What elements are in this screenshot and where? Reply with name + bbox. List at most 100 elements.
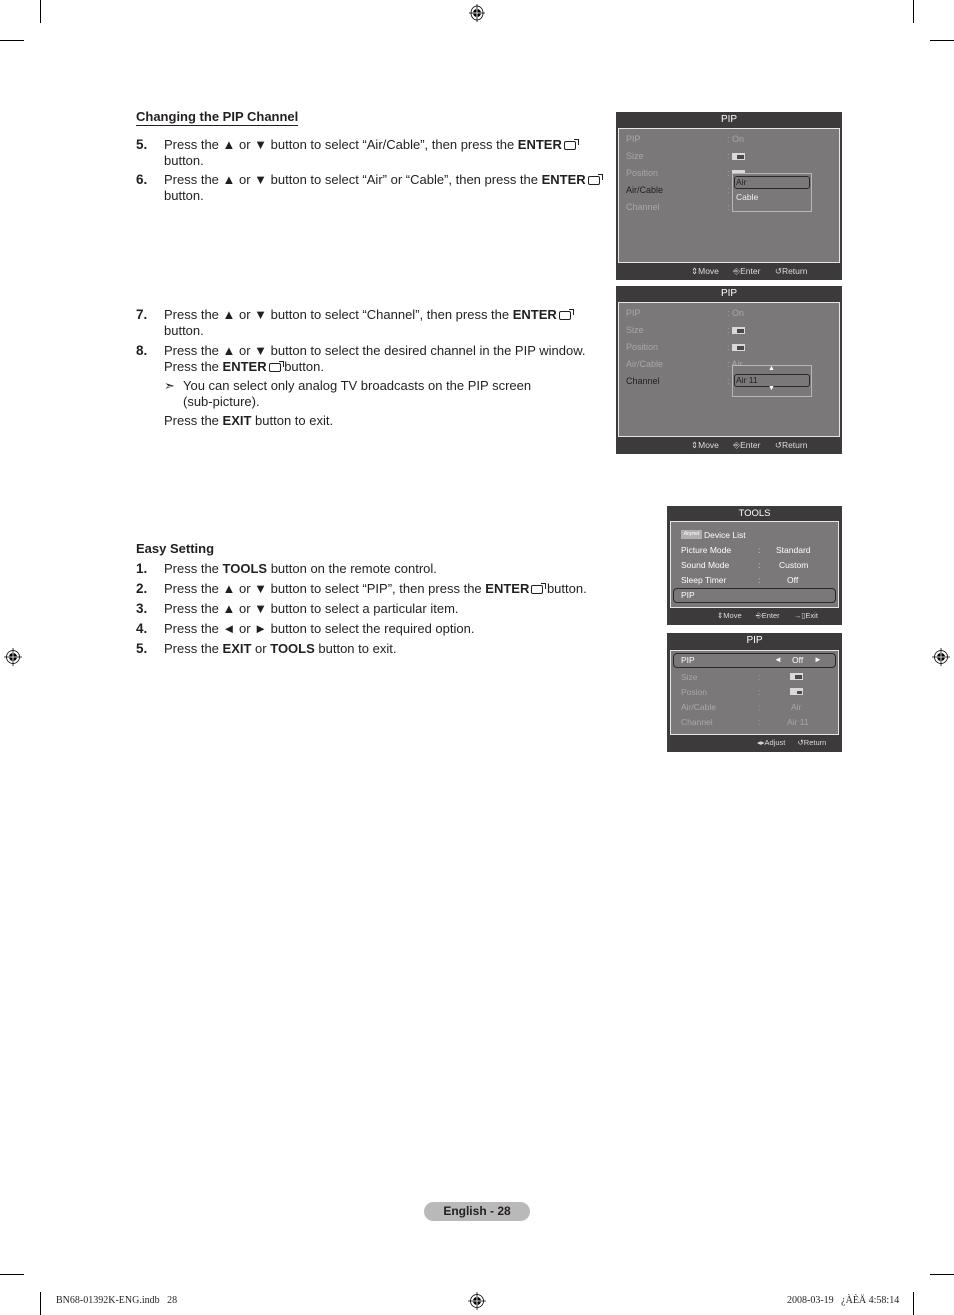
menu-item-air-cable[interactable]: Air/Cable [626, 359, 663, 369]
registration-mark-icon [932, 648, 950, 666]
arrow-left-icon[interactable]: ◄ [774, 655, 782, 664]
menu-value: : On [727, 134, 745, 144]
size-icon [790, 673, 803, 680]
menu-value: Air [791, 702, 802, 712]
menu-item-label: PIP [681, 655, 695, 665]
slug-filename: BN68-01392K-ENG.indb 28 [56, 1295, 178, 1306]
air-cable-popup: Air Cable [732, 173, 812, 212]
osd-body: PIP : On Size : Position : Air/Cable : A… [618, 302, 840, 437]
position-icon [790, 688, 803, 695]
step-number: 5. [136, 641, 148, 656]
menu-value: Air 11 [787, 717, 809, 727]
option-cable[interactable]: Cable [736, 192, 758, 202]
exit-icon: →▯ [793, 611, 806, 620]
osd-title: TOOLS [738, 508, 771, 519]
step-text: Press the ▲ or ▼ button to select the de… [164, 343, 586, 374]
crop-mark [40, 0, 41, 23]
menu-sep: : [758, 545, 761, 555]
menu-item-device-list[interactable]: Device List [704, 530, 746, 540]
adjust-icon: ◂▸ [757, 738, 765, 747]
registration-mark-icon [4, 648, 22, 666]
step-number: 4. [136, 621, 148, 636]
size-icon [732, 153, 746, 160]
menu-sep: : [758, 575, 761, 585]
step-text: Press the ▲ or ▼ button to select “Air/C… [164, 137, 614, 169]
menu-sep: : [758, 560, 761, 570]
menu-item-position[interactable]: Position [626, 342, 658, 352]
position-icon [732, 344, 746, 351]
menu-item-size[interactable]: Size [626, 325, 644, 335]
pip-value: Off [792, 655, 804, 665]
menu-value: : [727, 325, 746, 335]
menu-sep: : [758, 672, 761, 682]
enter-icon [587, 174, 603, 185]
menu-item-air-cable[interactable]: Air/Cable [681, 702, 716, 712]
step-text: Press the ▲ or ▼ button to select a part… [164, 601, 459, 616]
step-number: 6. [136, 172, 148, 187]
enter-icon [558, 309, 574, 320]
menu-item-channel[interactable]: Channel [626, 202, 660, 212]
registration-mark-icon [468, 1292, 486, 1310]
menu-value: Standard [776, 545, 811, 555]
menu-item-pip[interactable]: PIP [626, 134, 641, 144]
menu-item-size[interactable]: Size [681, 672, 698, 682]
arrow-right-icon[interactable]: ► [814, 655, 822, 664]
crop-mark [913, 1292, 914, 1315]
note-arrow-icon: ➣ [164, 378, 175, 393]
crop-mark [0, 40, 24, 41]
osd-footer: ⇕Move ⎆Enter ↺Return [691, 266, 808, 276]
menu-value: : [727, 151, 746, 161]
osd-body: Anynet Device List Picture Mode : Standa… [670, 521, 839, 608]
crop-mark [40, 1292, 41, 1315]
osd-pip-easy: PIP PIP ◄ Off ► Size : Posion : Air/Cabl… [667, 633, 842, 752]
menu-sep: : [758, 702, 761, 712]
step-number: 8. [136, 343, 148, 358]
osd-title: PIP [746, 635, 763, 646]
step-number: 7. [136, 307, 148, 322]
page-number-badge: English - 28 [424, 1202, 530, 1221]
menu-item-picture-mode[interactable]: Picture Mode [681, 545, 731, 555]
osd-pip-channel: PIP PIP : On Size : Position : Air/Cable… [616, 286, 842, 454]
step-text: Press the EXIT or TOOLS button to exit. [164, 641, 397, 656]
arrow-up-icon: ▲ [768, 365, 775, 372]
channel-popup: ▲ Air 11 ▼ [732, 365, 812, 397]
registration-mark-icon [469, 4, 485, 22]
menu-item-channel[interactable]: Channel [626, 376, 660, 386]
crop-mark [930, 40, 954, 41]
menu-item-pip-selected[interactable]: PIP [673, 588, 836, 603]
arrow-down-icon: ▼ [768, 385, 775, 392]
menu-item-air-cable[interactable]: Air/Cable [626, 185, 663, 195]
osd-title: PIP [720, 288, 738, 299]
enter-icon [268, 361, 284, 372]
menu-item-size[interactable]: Size [626, 151, 644, 161]
step-text: Press the ▲ or ▼ button to select “Chann… [164, 307, 614, 339]
menu-sep: : [758, 687, 761, 697]
menu-value: : [727, 202, 730, 212]
note-text: You can select only analog TV broadcasts… [183, 378, 532, 409]
menu-sep: : [758, 717, 761, 727]
step-number: 1. [136, 561, 148, 576]
step-text: Press the ◄ or ► button to select the re… [164, 621, 475, 636]
menu-item-label: PIP [681, 590, 695, 600]
osd-tools: TOOLS Anynet Device List Picture Mode : … [667, 506, 842, 625]
step-number: 5. [136, 137, 148, 152]
enter-icon [531, 583, 547, 594]
menu-item-sound-mode[interactable]: Sound Mode [681, 560, 729, 570]
menu-item-position[interactable]: Position [626, 168, 658, 178]
menu-item-sleep-timer[interactable]: Sleep Timer [681, 575, 726, 585]
menu-item-pip-selected[interactable]: PIP ◄ Off ► [673, 653, 836, 668]
crop-mark [930, 1274, 954, 1275]
menu-value: Off [787, 575, 799, 585]
osd-body: PIP ◄ Off ► Size : Posion : Air/Cable : … [670, 650, 839, 735]
menu-value: : On [727, 308, 745, 318]
menu-item-pip[interactable]: PIP [626, 308, 641, 318]
osd-body: PIP : On Size : Position : Air/Cable : C… [618, 128, 840, 263]
step-text: Press the ▲ or ▼ button to select “Air” … [164, 172, 614, 204]
option-air[interactable]: Air [736, 177, 746, 187]
menu-item-channel[interactable]: Channel [681, 717, 713, 727]
menu-item-position[interactable]: Posion [681, 687, 707, 697]
menu-value: : [727, 376, 730, 386]
step-text: Press the TOOLS button on the remote con… [164, 561, 437, 576]
osd-footer: ◂▸Adjust ↺Return [757, 738, 827, 747]
channel-value[interactable]: Air 11 [736, 375, 758, 385]
